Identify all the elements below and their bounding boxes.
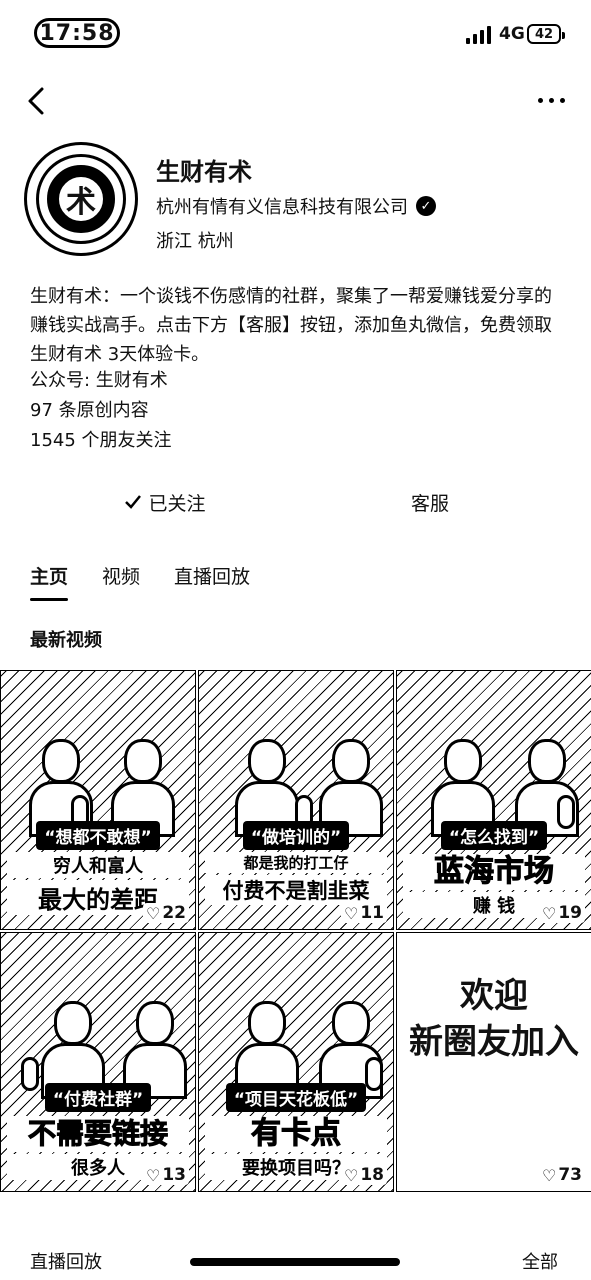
like-count: ♡ 22 bbox=[142, 903, 189, 923]
company-name: 杭州有情有义信息科技有限公司 bbox=[156, 197, 408, 218]
home-indicator[interactable] bbox=[190, 1258, 400, 1266]
company-line[interactable]: 杭州有情有义信息科技有限公司 ✓ bbox=[156, 193, 436, 219]
heart-icon: ♡ bbox=[145, 1165, 161, 1185]
caption-main: 有卡点 bbox=[205, 1116, 387, 1152]
caption-top: “想都不敢想” bbox=[36, 821, 160, 850]
account-name: 生财有术 bbox=[156, 158, 252, 186]
video-tile[interactable]: 欢迎 新圈友加入 ♡ 73 bbox=[396, 932, 591, 1192]
video-caption: “想都不敢想” 穷人和富人 最大的差距 bbox=[7, 821, 189, 915]
network-label: 4G bbox=[499, 24, 525, 44]
heart-icon: ♡ bbox=[541, 903, 557, 923]
signal-icon bbox=[466, 26, 491, 44]
video-tile[interactable]: “项目天花板低” 有卡点 要换项目吗？ ♡ 18 bbox=[198, 932, 394, 1192]
video-caption: “做培训的” 都是我的打工仔 付费不是割韭菜 bbox=[205, 821, 387, 905]
chevron-left-icon[interactable] bbox=[22, 86, 52, 116]
verified-icon: ✓ bbox=[416, 196, 436, 216]
live-replay-section-title: 直播回放 bbox=[30, 1252, 102, 1273]
caption-main: 都是我的打工仔 bbox=[205, 852, 387, 873]
tab-videos[interactable]: 视频 bbox=[102, 562, 140, 599]
follow-button[interactable]: 已关注 bbox=[60, 485, 270, 519]
caption-top: “怎么找到” bbox=[440, 821, 548, 850]
caption-main: 不需要链接 bbox=[7, 1116, 189, 1152]
welcome-line-2: 新圈友加入 bbox=[409, 1022, 579, 1062]
bio-text: 生财有术：一个谈钱不伤感情的社群，聚集了一帮爱赚钱爱分享的赚钱实战高手。点击下方… bbox=[30, 286, 552, 365]
video-grid: “想都不敢想” 穷人和富人 最大的差距 ♡ 22 “做培训的” 都是我的打工仔 付… bbox=[0, 670, 591, 1192]
original-count: 97 条原创内容 bbox=[30, 400, 149, 421]
tab-home[interactable]: 主页 bbox=[30, 562, 69, 601]
video-tile[interactable]: “付费社群” 不需要链接 很多人 ♡ 13 bbox=[0, 932, 196, 1192]
welcome-line-1: 欢迎 bbox=[460, 976, 528, 1016]
follow-label: 已关注 bbox=[148, 492, 206, 515]
video-tile[interactable]: “想都不敢想” 穷人和富人 最大的差距 ♡ 22 bbox=[0, 670, 196, 930]
like-count: ♡ 73 bbox=[538, 1165, 585, 1185]
tab-live-replay[interactable]: 直播回放 bbox=[174, 562, 250, 599]
video-tile[interactable]: “做培训的” 都是我的打工仔 付费不是割韭菜 ♡ 11 bbox=[198, 670, 394, 930]
location: 浙江 杭州 bbox=[156, 231, 234, 252]
like-count: ♡ 18 bbox=[340, 1165, 387, 1185]
video-tile[interactable]: “怎么找到” 蓝海市场 赚 钱 ♡ 19 bbox=[396, 670, 591, 930]
heart-icon: ♡ bbox=[541, 1165, 557, 1185]
heart-icon: ♡ bbox=[343, 1165, 359, 1185]
battery-icon: 42 bbox=[527, 24, 565, 44]
status-bar: 17:58 4G 42 bbox=[0, 0, 591, 70]
check-icon bbox=[125, 495, 142, 509]
welcome-text: 欢迎 新圈友加入 bbox=[397, 973, 591, 1065]
caption-main: 蓝海市场 bbox=[403, 854, 585, 890]
caption-top: “做培训的” bbox=[242, 821, 350, 850]
caption-sub: 付费不是割韭菜 bbox=[205, 875, 387, 905]
caption-top: “项目天花板低” bbox=[225, 1083, 367, 1112]
avatar[interactable]: 术 bbox=[24, 142, 138, 256]
view-all-link[interactable]: 全部 bbox=[522, 1248, 558, 1274]
service-button[interactable]: 客服 bbox=[330, 485, 530, 519]
like-count: ♡ 19 bbox=[538, 903, 585, 923]
heart-icon: ♡ bbox=[343, 903, 359, 923]
like-count: ♡ 11 bbox=[340, 903, 387, 923]
like-count: ♡ 13 bbox=[142, 1165, 189, 1185]
avatar-glyph: 术 bbox=[47, 165, 115, 233]
status-time: 17:58 bbox=[34, 18, 120, 48]
more-icon[interactable] bbox=[538, 92, 568, 108]
caption-top: “付费社群” bbox=[44, 1083, 152, 1112]
heart-icon: ♡ bbox=[145, 903, 161, 923]
battery-level: 42 bbox=[534, 26, 554, 42]
official-account[interactable]: 公众号: 生财有术 bbox=[30, 366, 168, 392]
friends-following: 1545 个朋友关注 bbox=[30, 430, 172, 451]
section-title: 最新视频 bbox=[30, 630, 102, 651]
caption-main: 穷人和富人 bbox=[7, 852, 189, 878]
profile-tabs: 主页 视频 直播回放 bbox=[30, 562, 250, 601]
